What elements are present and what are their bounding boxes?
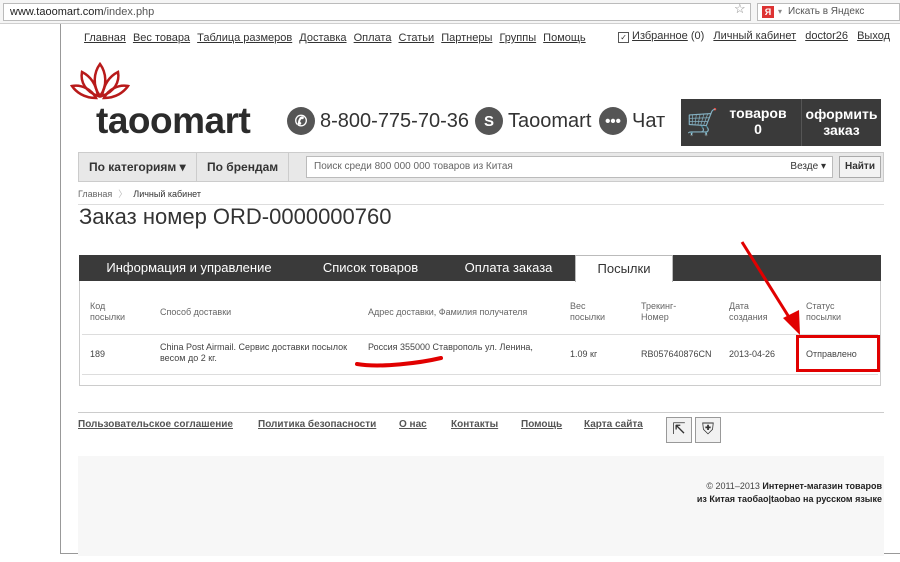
arrow-annotation: [740, 241, 794, 323]
annotation-overlay: [355, 241, 800, 368]
status-highlight-box: [796, 335, 880, 372]
underline-annotation: [355, 356, 443, 368]
